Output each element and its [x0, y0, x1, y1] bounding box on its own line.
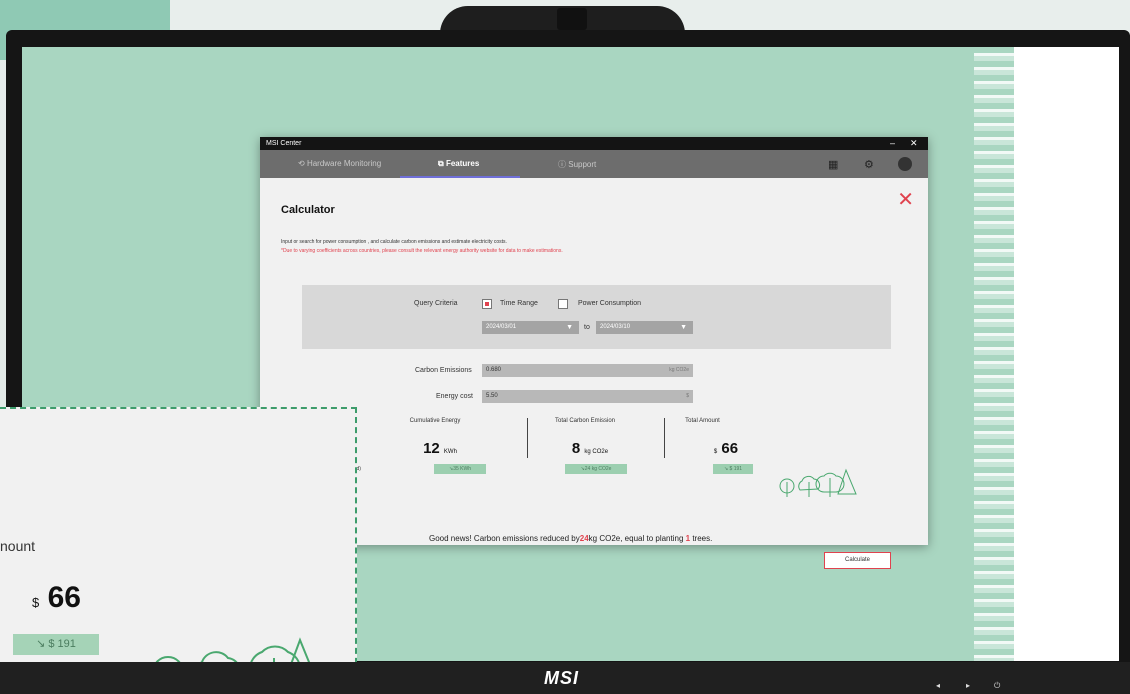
column-divider — [527, 418, 528, 458]
minimize-button[interactable]: – — [890, 137, 895, 150]
energy-cost-label: Energy cost — [436, 393, 473, 400]
zoom-total-amount-compare: ↘ $ 191 — [13, 634, 99, 655]
grid-icon[interactable]: ▦ — [828, 158, 838, 171]
total-amount-label: Total Amount — [685, 418, 720, 424]
close-icon[interactable]: ✕ — [897, 190, 914, 210]
nav-bar: ⟲ Hardware Monitoring ⧉ Features ⓘ Suppo… — [260, 150, 928, 178]
column-divider — [664, 418, 665, 458]
tab-support[interactable]: ⓘ Support — [558, 159, 596, 170]
support-icon: ⓘ — [558, 160, 569, 169]
warning-note: *Due to varying coefficients across coun… — [281, 248, 563, 254]
chevron-down-icon: ▼ — [566, 324, 573, 331]
total-amount-value: $ 66 — [713, 440, 739, 457]
zoom-callout: nount $ 66 ↘ $ 191 nting 1 trees — [0, 407, 357, 694]
carbon-emissions-label: Carbon Emissions — [415, 367, 472, 374]
total-carbon-value: 8 kg CO2e — [571, 440, 609, 457]
page-title: Calculator — [281, 204, 335, 216]
features-icon: ⧉ — [438, 159, 446, 168]
cumulative-energy-label: Cumulative Energy — [409, 418, 461, 424]
close-window-button[interactable]: ✕ — [910, 137, 918, 150]
total-carbon-compare: ↘24 kg CO2e — [565, 464, 627, 474]
carbon-emissions-input[interactable]: 0.680 kg CO2e — [482, 364, 693, 377]
osd-right-button[interactable]: ▸ — [966, 681, 970, 690]
trees-icon — [779, 468, 857, 497]
description-text: Input or search for power consumption , … — [281, 239, 507, 245]
gear-icon[interactable]: ⚙ — [864, 158, 874, 171]
avatar[interactable] — [898, 157, 912, 171]
time-range-checkbox[interactable] — [482, 299, 492, 309]
window-titlebar: MSI Center – ✕ — [260, 137, 928, 150]
wallpaper-brush-edge — [974, 47, 1014, 661]
window-title: MSI Center — [266, 140, 302, 147]
msi-center-window: MSI Center – ✕ ⟲ Hardware Monitoring ⧉ F… — [260, 137, 928, 569]
tab-features[interactable]: ⧉ Features — [438, 159, 479, 169]
webcam-lens — [557, 8, 587, 30]
total-amount-compare: ↘ $ 191 — [713, 464, 753, 474]
cumulative-energy-compare: ↘35 KWh — [434, 464, 486, 474]
chevron-down-icon: ▼ — [680, 324, 687, 331]
calculate-button[interactable]: Calculate — [824, 552, 891, 569]
power-consumption-label: Power Consumption — [578, 300, 642, 307]
query-criteria-label: Query Criteria — [414, 300, 458, 307]
total-carbon-label: Total Carbon Emission — [554, 418, 616, 424]
osd-left-button[interactable]: ◂ — [936, 681, 940, 690]
wallpaper-white-area — [1014, 47, 1119, 661]
to-label: to — [584, 324, 590, 331]
end-date-dropdown[interactable]: 2024/03/10 ▼ — [596, 321, 693, 334]
zoom-total-amount-value: $ 66 — [32, 581, 81, 614]
zoom-total-amount-label: nount — [0, 538, 36, 554]
calculator-content: ✕ Calculator Input or search for power c… — [260, 178, 928, 569]
power-consumption-checkbox[interactable] — [558, 299, 568, 309]
cumulative-energy-value: 12 KWh — [423, 440, 457, 457]
power-icon[interactable]: ⏻ — [994, 681, 1000, 691]
start-date-dropdown[interactable]: 2024/03/01 ▼ — [482, 321, 579, 334]
energy-cost-input[interactable]: 5.50 $ — [482, 390, 693, 403]
query-panel: Query Criteria Time Range Power Consumpt… — [302, 285, 891, 349]
time-range-label: Time Range — [500, 300, 538, 307]
good-news-message: Good news! Carbon emissions reduced by24… — [429, 534, 713, 543]
monitor-icon: ⟲ — [298, 159, 307, 168]
msi-logo: MSI — [544, 668, 580, 688]
tab-hardware-monitoring[interactable]: ⟲ Hardware Monitoring — [298, 159, 381, 168]
